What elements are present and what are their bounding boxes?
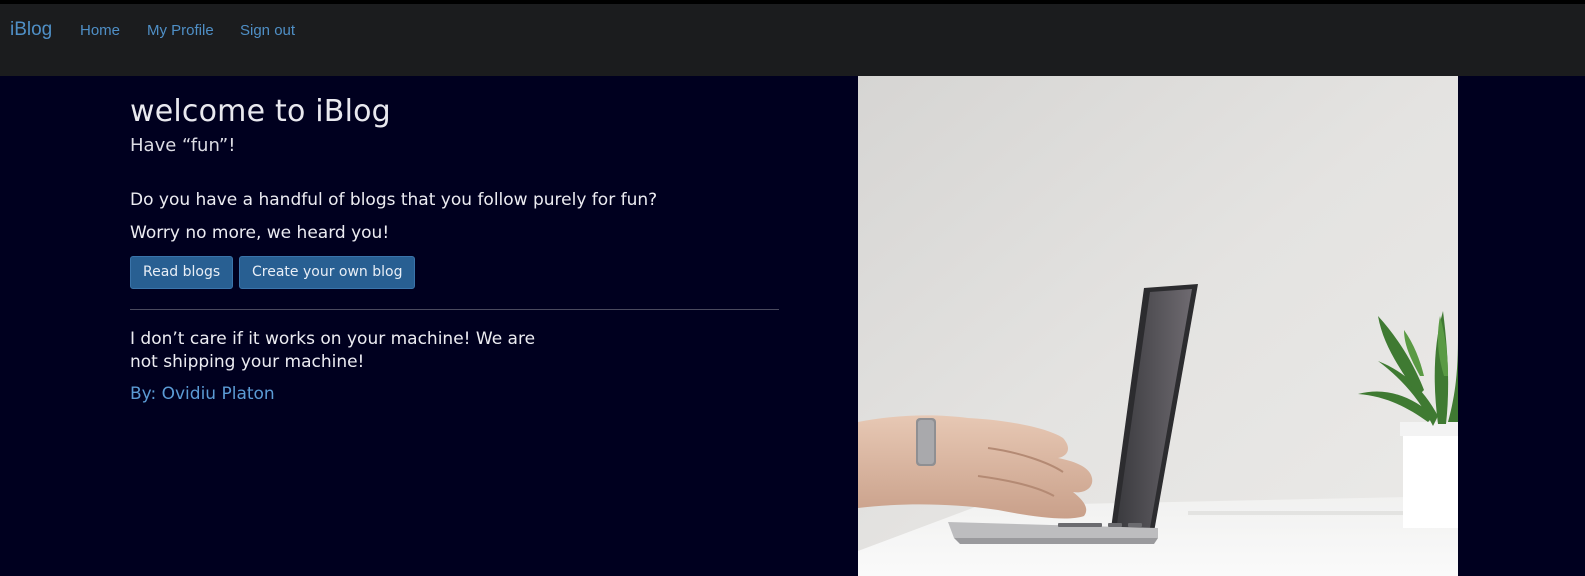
create-blog-button[interactable]: Create your own blog bbox=[239, 256, 416, 289]
nav-link-home[interactable]: Home bbox=[80, 22, 120, 39]
brand-logo-link[interactable]: iBlog bbox=[10, 19, 52, 41]
hero-reassurance: Worry no more, we heard you! bbox=[130, 223, 390, 243]
hero-question: Do you have a handful of blogs that you … bbox=[130, 190, 658, 210]
top-navbar: iBlog Home My Profile Sign out bbox=[0, 4, 1585, 76]
hero-section: welcome to iBlog Have “fun”! Do you have… bbox=[0, 76, 1585, 576]
quote-author: By: Ovidiu Platon bbox=[130, 384, 275, 404]
hero-quote: I don’t care if it works on your machine… bbox=[130, 329, 536, 372]
nav-link-my-profile[interactable]: My Profile bbox=[147, 22, 214, 39]
laptop-typing-photo bbox=[858, 76, 1458, 576]
content-divider bbox=[130, 309, 779, 310]
page-subtitle: Have “fun”! bbox=[130, 135, 236, 156]
nav-link-sign-out[interactable]: Sign out bbox=[240, 22, 295, 39]
read-blogs-button[interactable]: Read blogs bbox=[130, 256, 234, 289]
page-title: welcome to iBlog bbox=[130, 94, 391, 129]
